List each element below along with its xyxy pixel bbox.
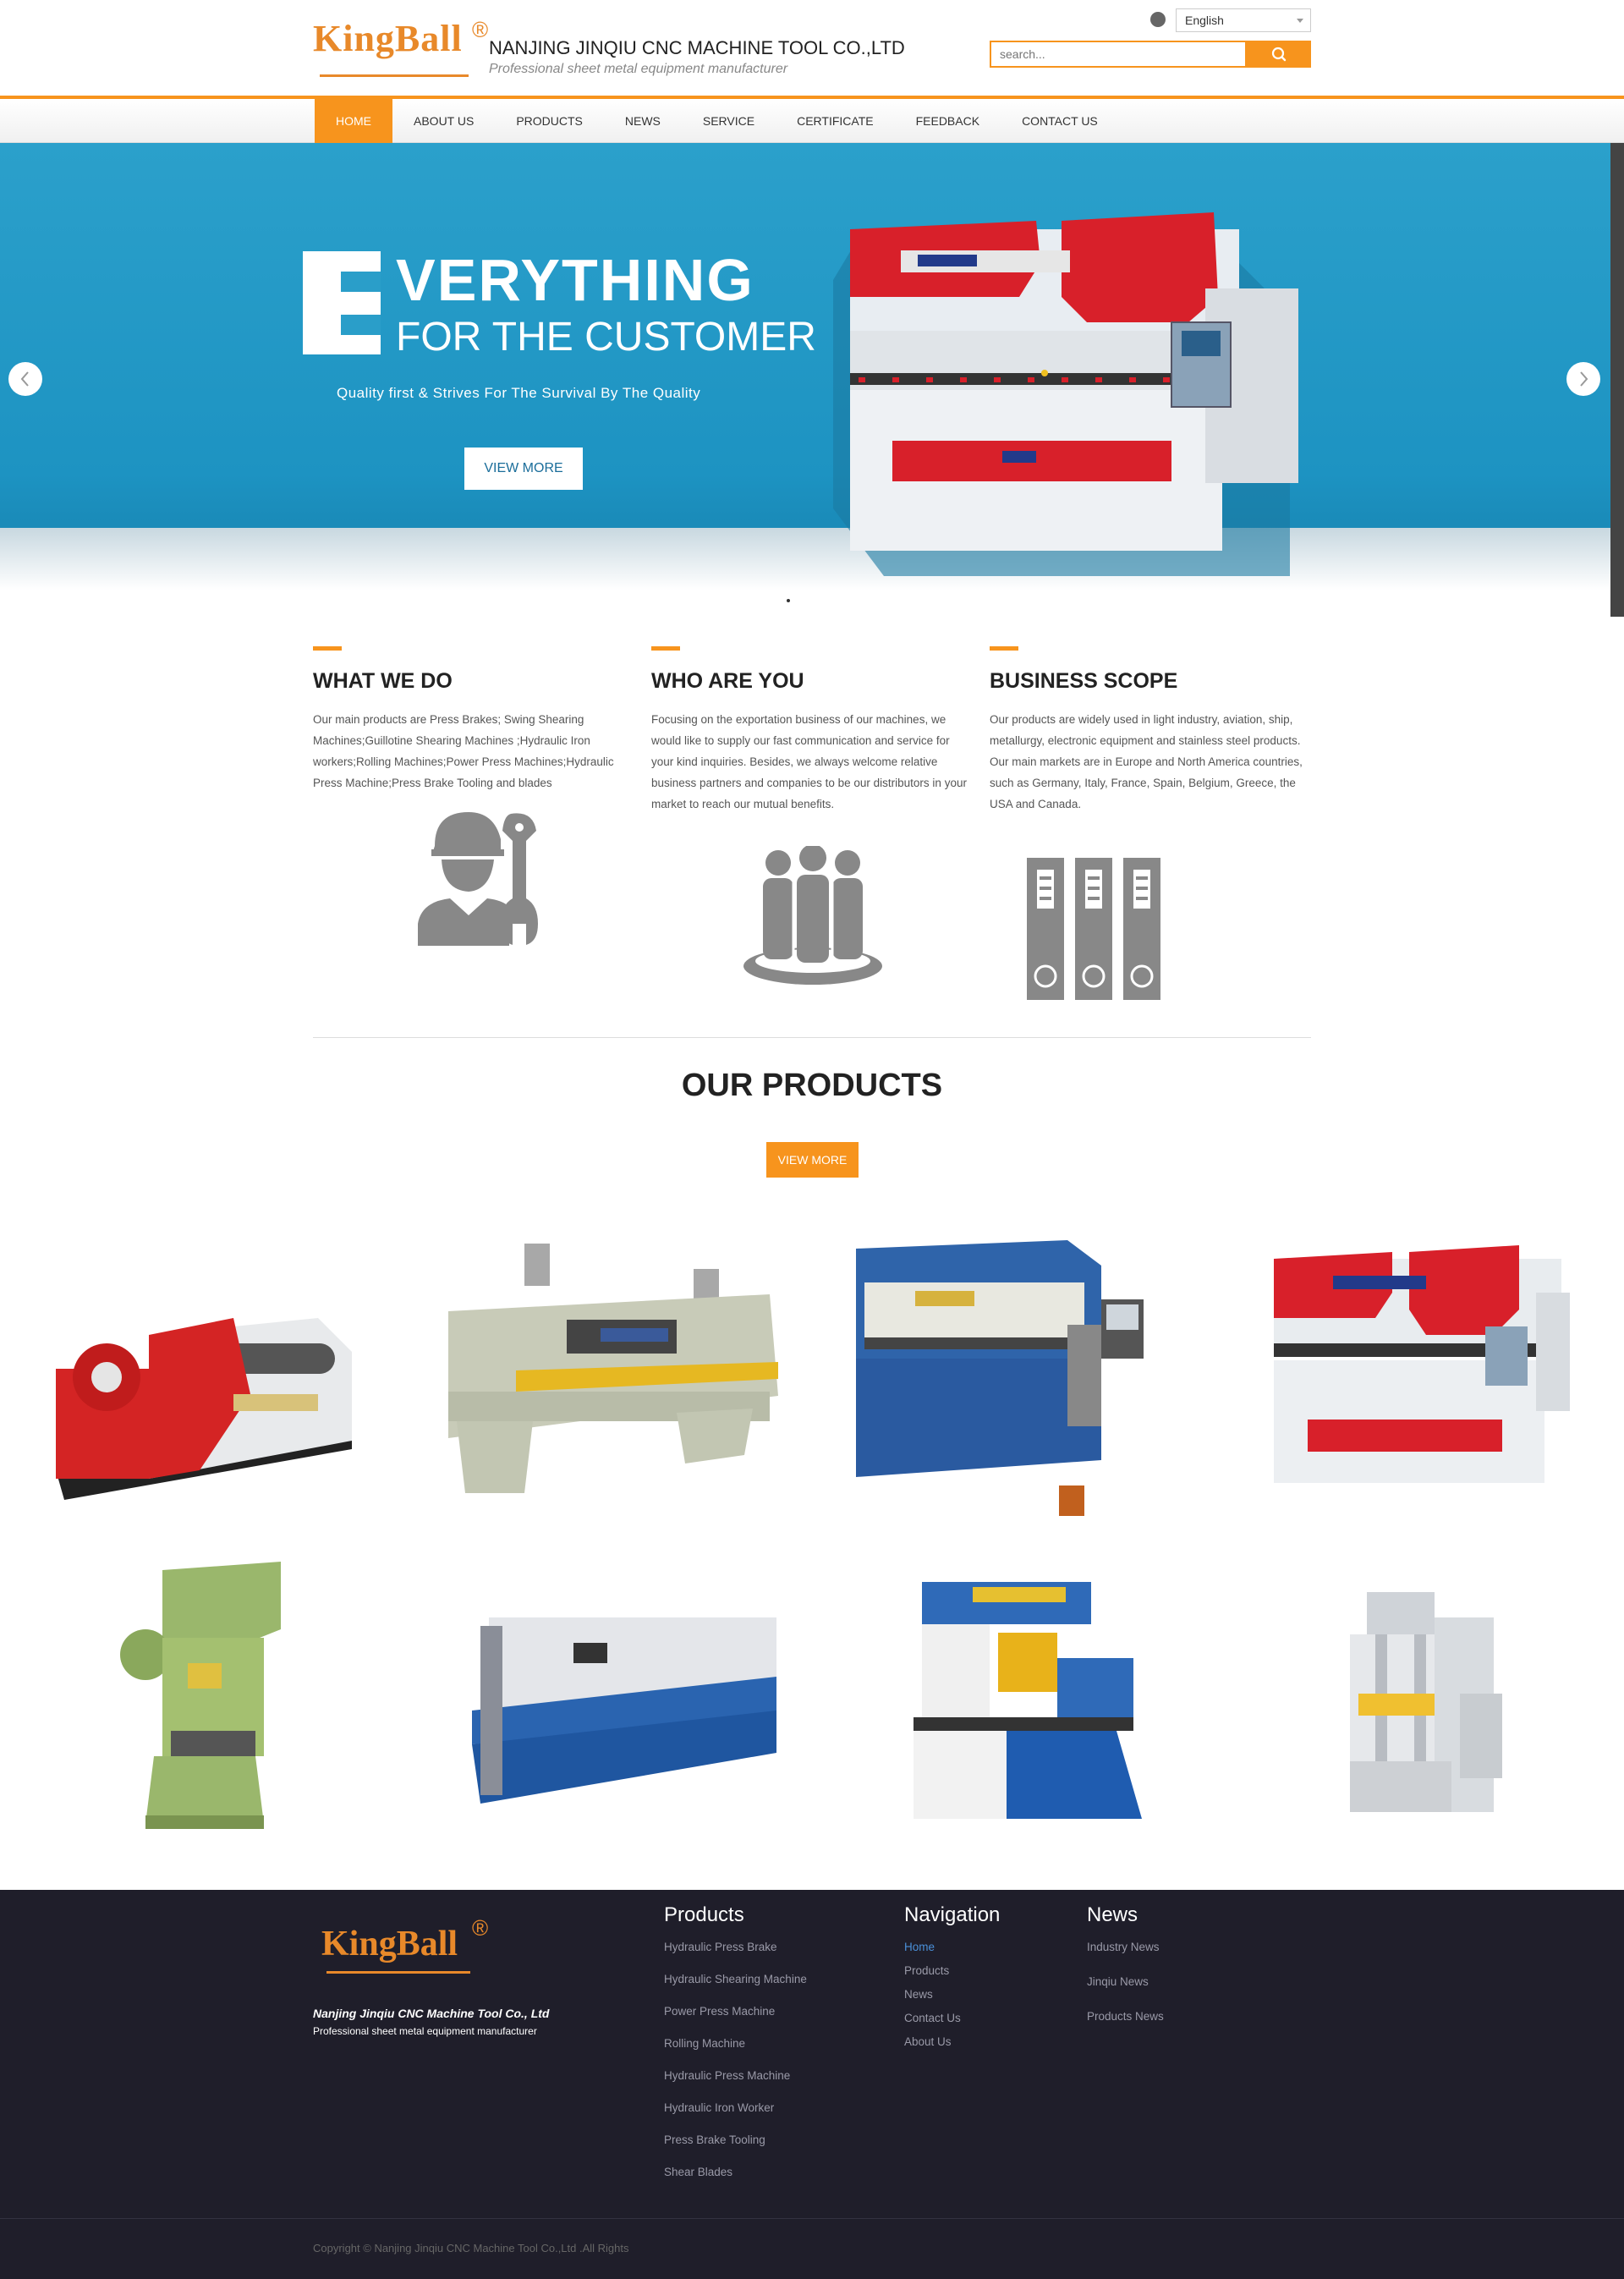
nav-contact-us[interactable]: CONTACT US: [1001, 99, 1119, 143]
search-icon: [1271, 47, 1287, 62]
footer-logo[interactable]: KingBall ®: [321, 1915, 488, 1974]
registered-mark: ®: [472, 17, 489, 42]
chevron-down-icon: [1297, 19, 1303, 23]
language-value: English: [1185, 14, 1224, 27]
site-footer: KingBall ® Nanjing Jinqiu CNC Machine To…: [0, 1890, 1624, 2279]
product-rolling-machine[interactable]: [47, 1267, 360, 1504]
footer-nav-home[interactable]: Home: [904, 1941, 1000, 1953]
nav-news[interactable]: NEWS: [604, 99, 682, 143]
section-title: WHAT WE DO: [313, 669, 453, 693]
banner-title: VERYTHING: [396, 247, 754, 313]
section-title: WHO ARE YOU: [651, 669, 804, 693]
footer-column-title: Navigation: [904, 1903, 1001, 1926]
section-title: BUSINESS SCOPE: [990, 669, 1178, 693]
logo-text: KingBall: [313, 18, 463, 59]
section-text: Our main products are Press Brakes; Swin…: [313, 713, 614, 789]
footer-nav-about-us[interactable]: About Us: [904, 2035, 1000, 2048]
section-accent-bar: [651, 646, 680, 651]
footer-nav-products[interactable]: Products: [904, 1964, 1000, 1977]
footer-column-title: Products: [664, 1903, 744, 1926]
worker-wrench-icon: [418, 812, 538, 946]
footer-link[interactable]: Hydraulic Press Machine: [664, 2069, 807, 2082]
chevron-left-icon: [20, 371, 29, 387]
nav-products[interactable]: PRODUCTS: [495, 99, 604, 143]
section-accent-bar: [990, 646, 1018, 651]
globe-icon: [1150, 12, 1166, 27]
banner-next-button[interactable]: [1566, 362, 1600, 396]
footer-link[interactable]: Hydraulic Shearing Machine: [664, 1973, 807, 1985]
search-button[interactable]: [1247, 41, 1311, 68]
nav-service[interactable]: SERVICE: [682, 99, 776, 143]
chevron-right-icon: [1580, 371, 1588, 387]
banner-tagline: Quality first & Strives For The Survival…: [337, 385, 701, 401]
product-hydraulic-press[interactable]: [1333, 1584, 1511, 1829]
language-dropdown[interactable]: English: [1176, 8, 1311, 32]
footer-link[interactable]: Rolling Machine: [664, 2037, 807, 2050]
footer-divider: [0, 2218, 1624, 2219]
products-title: OUR PRODUCTS: [681, 1068, 943, 1103]
footer-logo-underline: [326, 1971, 470, 1974]
product-press-brake-red[interactable]: [1265, 1242, 1578, 1496]
footer-products-column: Products Hydraulic Press Brake Hydraulic…: [664, 1903, 807, 2178]
banner-prev-button[interactable]: [8, 362, 42, 396]
business-scope-section: BUSINESS SCOPE Our products are widely u…: [990, 646, 1311, 815]
banner-subtitle: FOR THE CUSTOMER: [396, 315, 816, 360]
site-header: KingBall ® NANJING JINQIU CNC MACHINE TO…: [0, 0, 1624, 99]
footer-link[interactable]: Power Press Machine: [664, 2005, 807, 2018]
hero-banner: VERYTHING FOR THE CUSTOMER Quality first…: [0, 143, 1624, 617]
nav-about-us[interactable]: ABOUT US: [392, 99, 495, 143]
footer-slogan: Professional sheet metal equipment manuf…: [313, 2025, 537, 2037]
team-icon: [743, 846, 882, 985]
products-view-more-button[interactable]: VIEW MORE: [766, 1142, 859, 1178]
product-iron-worker[interactable]: [905, 1565, 1150, 1827]
footer-navigation-column: Navigation Home Products News Contact Us…: [904, 1903, 1000, 2048]
banner-view-more-button[interactable]: VIEW MORE: [464, 448, 583, 490]
slider-dot[interactable]: [787, 599, 790, 602]
product-shearing-machine[interactable]: [431, 1235, 787, 1497]
registered-mark: ®: [472, 1915, 489, 1941]
logo-underline: [320, 74, 469, 77]
footer-link[interactable]: Hydraulic Iron Worker: [664, 2101, 807, 2114]
footer-nav-news[interactable]: News: [904, 1988, 1000, 2001]
company-name: NANJING JINQIU CNC MACHINE TOOL CO.,LTD: [489, 37, 905, 58]
banner-big-letter: [303, 251, 381, 354]
scrollbar[interactable]: [1610, 143, 1624, 617]
binders-icon: [1027, 858, 1160, 1000]
product-power-press[interactable]: [112, 1562, 289, 1832]
company-slogan: Professional sheet metal equipment manuf…: [489, 62, 788, 76]
search-box: [990, 41, 1311, 68]
nav-home[interactable]: HOME: [315, 99, 392, 143]
footer-link[interactable]: Press Brake Tooling: [664, 2133, 807, 2146]
footer-company: Nanjing Jinqiu CNC Machine Tool Co., Ltd: [313, 2007, 550, 2020]
product-press-brake-blue[interactable]: [848, 1232, 1194, 1519]
footer-nav-contact-us[interactable]: Contact Us: [904, 2012, 1000, 2024]
footer-link[interactable]: Industry News: [1087, 1941, 1164, 1953]
what-we-do-section: WHAT WE DO Our main products are Press B…: [313, 646, 634, 794]
search-input[interactable]: [990, 41, 1247, 68]
footer-column-title: News: [1087, 1903, 1138, 1926]
press-brake-image: [833, 212, 1298, 576]
main-nav: HOME ABOUT US PRODUCTS NEWS SERVICE CERT…: [0, 99, 1624, 143]
product-cnc-shearing[interactable]: [464, 1609, 782, 1812]
section-text: Our products are widely used in light in…: [990, 713, 1303, 810]
footer-link[interactable]: Products News: [1087, 2010, 1164, 2023]
footer-logo-text: KingBall: [321, 1925, 458, 1963]
footer-link[interactable]: Hydraulic Press Brake: [664, 1941, 807, 1953]
who-are-you-section: WHO ARE YOU Focusing on the exportation …: [651, 646, 973, 815]
footer-link[interactable]: Shear Blades: [664, 2166, 807, 2178]
section-divider: [313, 1037, 1311, 1038]
logo[interactable]: KingBall ®: [313, 17, 488, 77]
footer-link[interactable]: Jinqiu News: [1087, 1975, 1164, 1988]
section-accent-bar: [313, 646, 342, 651]
section-text: Focusing on the exportation business of …: [651, 713, 967, 810]
copyright: Copyright © Nanjing Jinqiu CNC Machine T…: [313, 2242, 629, 2254]
banner-floor: [0, 528, 1624, 617]
footer-news-column: News Industry News Jinqiu News Products …: [1087, 1903, 1164, 2023]
nav-feedback[interactable]: FEEDBACK: [895, 99, 1001, 143]
nav-certificate[interactable]: CERTIFICATE: [776, 99, 895, 143]
